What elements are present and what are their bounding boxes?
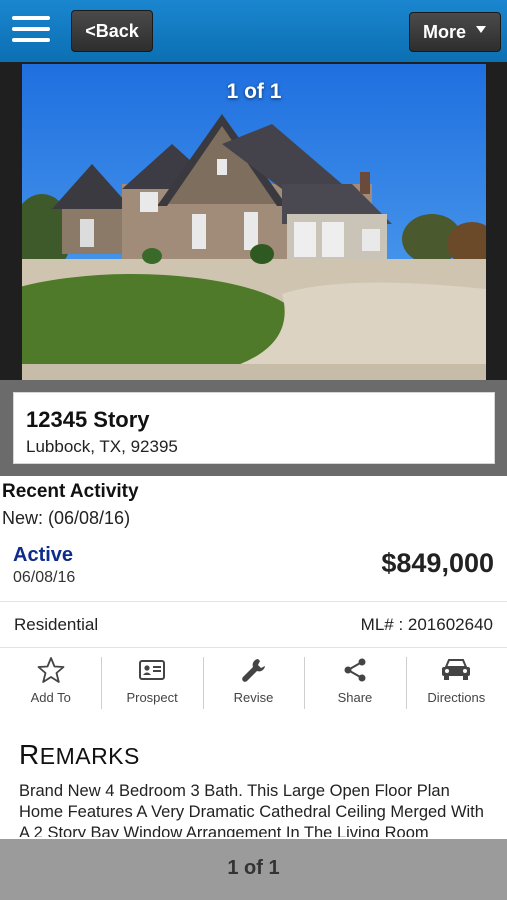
remarks-heading: REMARKS bbox=[19, 739, 140, 771]
listing-price: $849,000 bbox=[381, 548, 494, 578]
mls-number: ML# : 201602640 bbox=[360, 615, 493, 634]
directions-button[interactable]: Directions bbox=[405, 652, 507, 712]
hamburger-menu-icon[interactable] bbox=[12, 16, 50, 44]
remarks-text: Brand New 4 Bedroom 3 Bath. This Large O… bbox=[19, 782, 484, 837]
listing-city: Lubbock, TX, 92395 bbox=[26, 437, 178, 456]
photo-gallery: 1 of 1 bbox=[0, 62, 507, 380]
wrench-icon bbox=[241, 659, 265, 682]
address-band: 12345 Story Lubbock, TX, 92395 bbox=[0, 380, 507, 476]
car-icon bbox=[442, 659, 471, 680]
page-counter: 1 of 1 bbox=[227, 857, 280, 879]
status-label: Active bbox=[13, 544, 74, 566]
address-card: 12345 Story Lubbock, TX, 92395 bbox=[13, 392, 495, 464]
share-icon bbox=[344, 658, 366, 682]
top-bar: <Back More bbox=[0, 0, 507, 62]
revise-button[interactable]: Revise bbox=[202, 652, 304, 712]
id-card-icon bbox=[139, 660, 166, 680]
more-button[interactable]: More bbox=[409, 12, 501, 52]
property-type: Residential bbox=[14, 615, 99, 634]
revise-label: Revise bbox=[233, 690, 274, 705]
action-bar: Add To Prospect Revise Share Directions bbox=[0, 652, 507, 712]
house-photo-image bbox=[22, 64, 486, 380]
status-date: 06/08/16 bbox=[13, 569, 76, 586]
remarks-heading-initial: R bbox=[19, 739, 40, 770]
add-to-label: Add To bbox=[30, 690, 71, 705]
back-button[interactable]: <Back bbox=[71, 10, 153, 52]
recent-activity-title: Recent Activity bbox=[2, 481, 139, 502]
listing-street: 12345 Story bbox=[26, 407, 150, 432]
prospect-label: Prospect bbox=[126, 690, 178, 705]
details-row: Residential ML# : 201602640 bbox=[0, 601, 507, 648]
remarks-heading-rest: EMARKS bbox=[39, 743, 140, 769]
caret-down-icon bbox=[476, 26, 486, 33]
bottom-bar: 1 of 1 bbox=[0, 839, 507, 900]
add-to-button[interactable]: Add To bbox=[0, 652, 101, 712]
photo-counter: 1 of 1 bbox=[226, 80, 282, 103]
directions-label: Directions bbox=[427, 690, 486, 705]
recent-activity-item: New: (06/08/16) bbox=[2, 508, 131, 528]
more-button-label: More bbox=[423, 22, 467, 42]
share-label: Share bbox=[337, 690, 373, 705]
share-button[interactable]: Share bbox=[304, 652, 405, 712]
star-icon bbox=[37, 657, 65, 683]
prospect-button[interactable]: Prospect bbox=[101, 652, 202, 712]
listing-photo[interactable]: 1 of 1 bbox=[22, 64, 486, 380]
